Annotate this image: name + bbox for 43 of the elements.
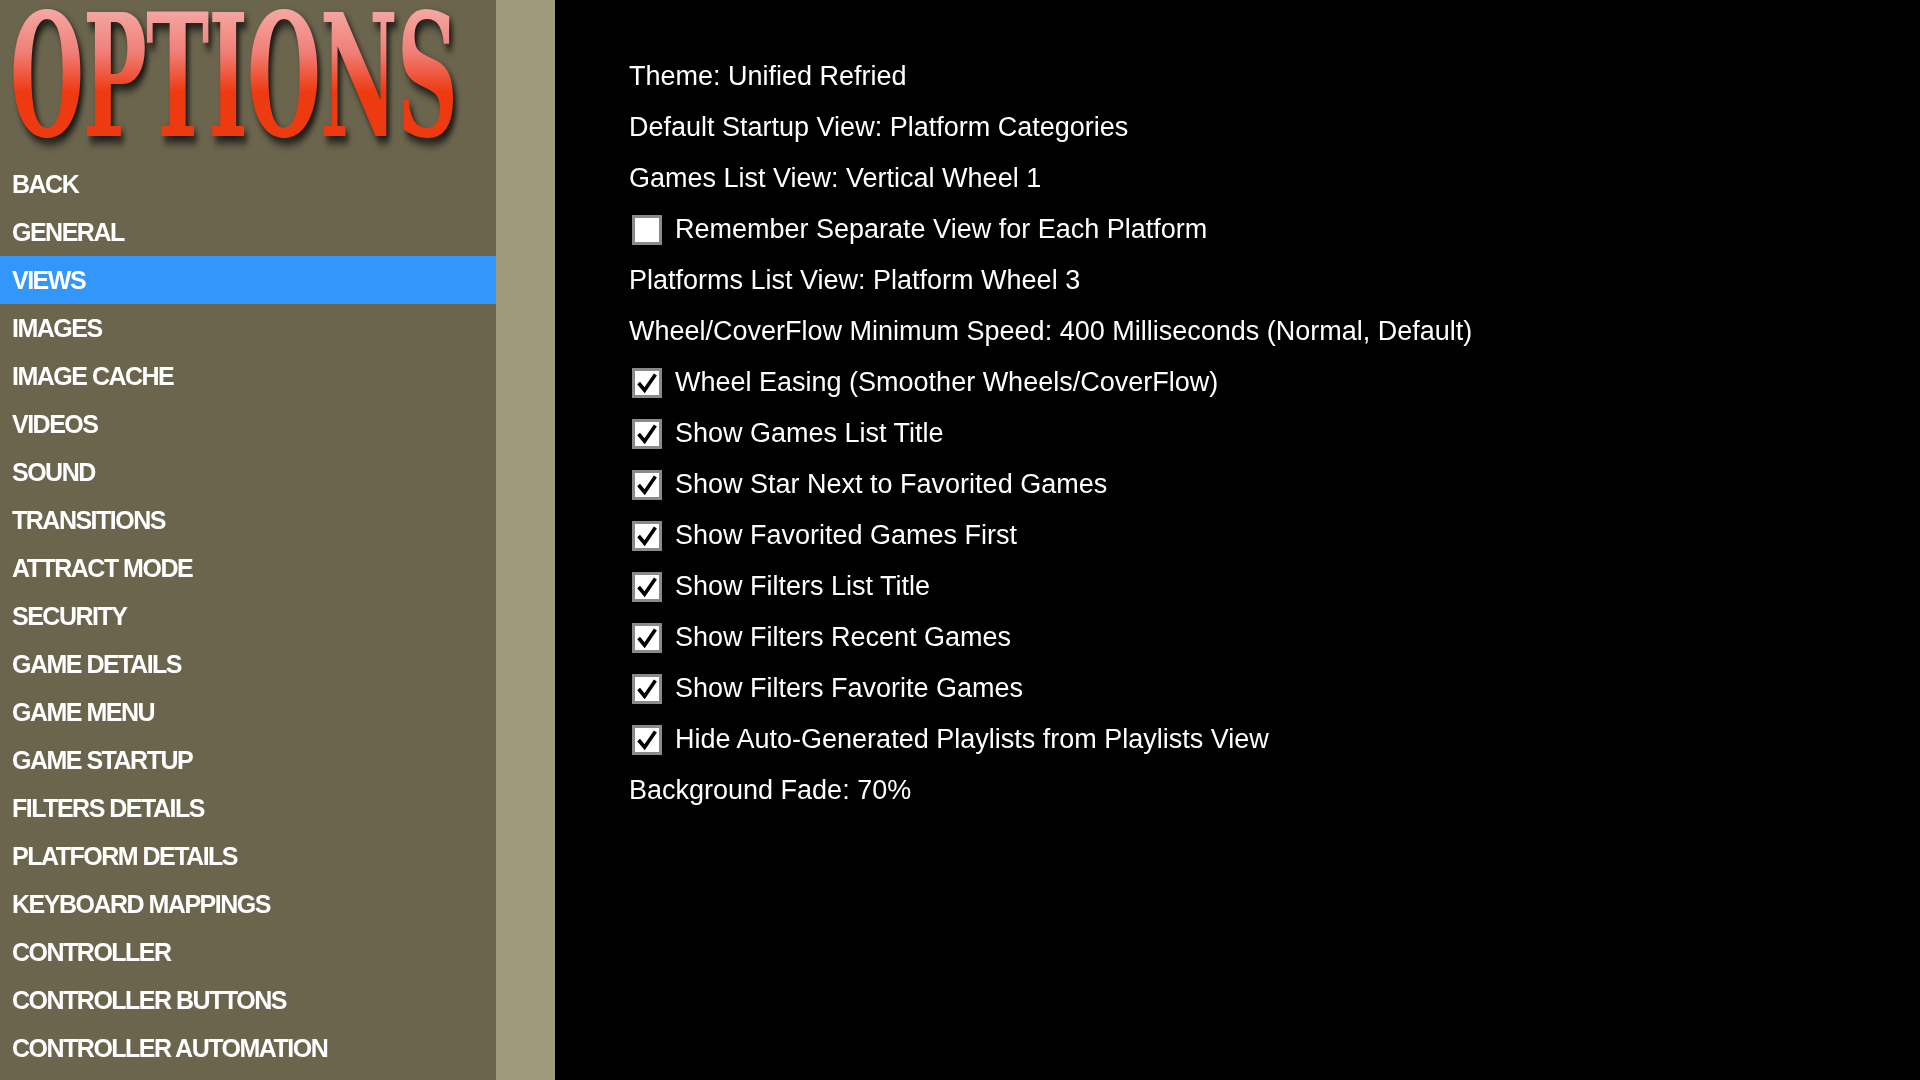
checkbox-label[interactable]: Show Filters List Title xyxy=(675,571,931,602)
menu-item[interactable]: KEYBOARD MAPPINGS xyxy=(0,880,496,928)
menu-item[interactable]: VIDEOS xyxy=(0,400,496,448)
checkbox-label[interactable]: Show Games List Title xyxy=(675,418,944,449)
menu-item[interactable]: ATTRACT MODE xyxy=(0,544,496,592)
menu-item[interactable]: BACK xyxy=(0,160,496,208)
setting-option[interactable]: Platforms List View: Platform Wheel 3 xyxy=(629,265,1081,296)
menu-item[interactable]: VIEWS xyxy=(0,256,496,304)
setting-option[interactable]: Games List View: Vertical Wheel 1 xyxy=(629,163,1042,194)
checkbox-label[interactable]: Wheel Easing (Smoother Wheels/CoverFlow) xyxy=(675,367,1219,398)
menu-item[interactable]: FILTERS DETAILS xyxy=(0,784,496,832)
menu-item[interactable]: GAME STARTUP xyxy=(0,736,496,784)
setting-option[interactable]: Wheel/CoverFlow Minimum Speed: 400 Milliseconds (Normal, Default) xyxy=(629,316,1473,347)
checkbox[interactable] xyxy=(632,622,662,653)
checkbox[interactable] xyxy=(632,673,662,704)
menu-item[interactable]: GAME DETAILS xyxy=(0,640,496,688)
checkbox[interactable] xyxy=(632,367,662,398)
checkbox[interactable] xyxy=(632,520,662,551)
checkbox[interactable] xyxy=(632,418,662,449)
checkbox-label[interactable]: Show Star Next to Favorited Games xyxy=(675,469,1108,500)
menu-item[interactable]: PLATFORM DETAILS xyxy=(0,832,496,880)
checkbox-label[interactable]: Show Filters Recent Games xyxy=(675,622,1012,653)
checkbox-label[interactable]: Show Filters Favorite Games xyxy=(675,673,1024,704)
menu-item[interactable]: IMAGES xyxy=(0,304,496,352)
menu-item[interactable]: CONTROLLER BUTTONS xyxy=(0,976,496,1024)
menu-item[interactable]: IMAGE CACHE xyxy=(0,352,496,400)
checkbox-label[interactable]: Show Favorited Games First xyxy=(675,520,1018,551)
setting-option[interactable]: Default Startup View: Platform Categories xyxy=(629,112,1129,143)
menu-item[interactable]: TRANSITIONS xyxy=(0,496,496,544)
checkbox[interactable] xyxy=(632,214,662,245)
checkbox[interactable] xyxy=(632,469,662,500)
menu-item[interactable]: CONTROLLER AUTOMATION xyxy=(0,1024,496,1072)
checkbox[interactable] xyxy=(632,724,662,755)
menu-item[interactable]: SECURITY xyxy=(0,592,496,640)
menu-item[interactable]: GENERAL xyxy=(0,208,496,256)
setting-option[interactable]: Background Fade: 70% xyxy=(629,775,912,806)
checkbox-label[interactable]: Hide Auto-Generated Playlists from Playlists View xyxy=(675,724,1269,755)
menu-item[interactable]: SOUND xyxy=(0,448,496,496)
checkbox[interactable] xyxy=(632,571,662,602)
checkbox-label[interactable]: Remember Separate View for Each Platform xyxy=(675,214,1208,245)
menu-item[interactable]: GAME MENU xyxy=(0,688,496,736)
menu-item[interactable]: CONTROLLER xyxy=(0,928,496,976)
setting-option[interactable]: Theme: Unified Refried xyxy=(629,61,907,92)
